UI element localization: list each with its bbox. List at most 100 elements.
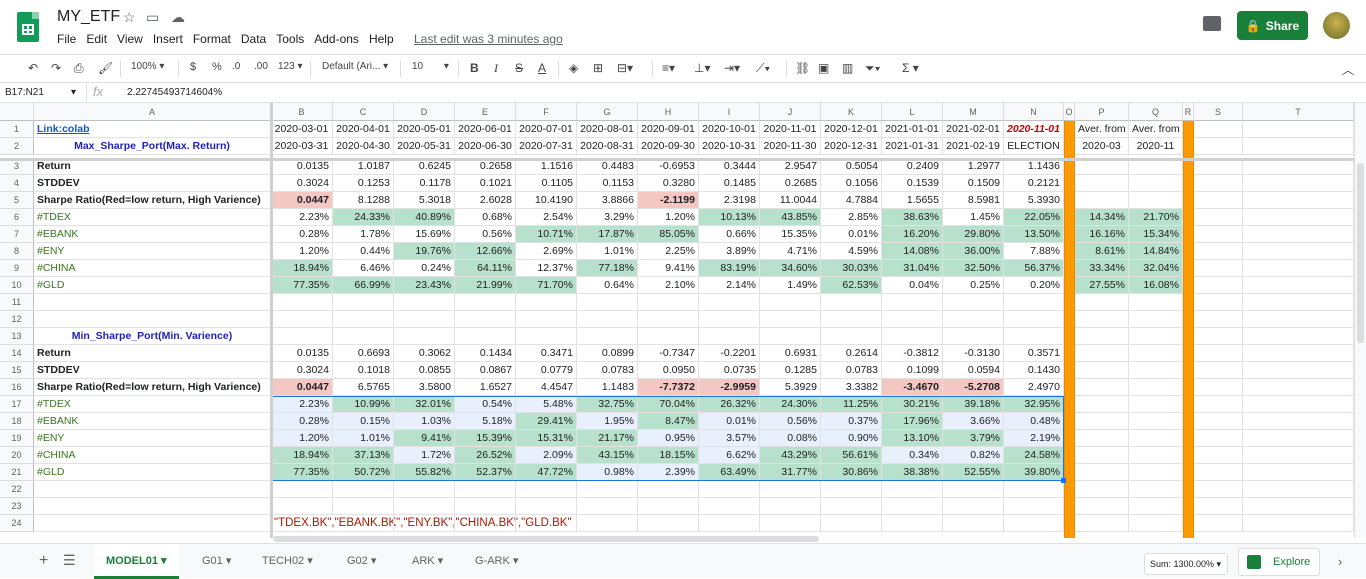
cell-a5[interactable]: Sharpe Ratio(Red=low return, High Varien… [34, 192, 271, 209]
cell-a19[interactable]: #ENY [34, 430, 271, 447]
empty-cell[interactable] [638, 311, 699, 328]
cell-c1[interactable]: 2020-04-01 [333, 121, 394, 138]
empty-cell[interactable] [271, 328, 333, 345]
cell-j9[interactable]: 34.60% [760, 260, 821, 277]
empty-cell[interactable] [1194, 430, 1243, 447]
empty-cell[interactable] [1129, 175, 1183, 192]
empty-cell[interactable] [333, 311, 394, 328]
menu-item-file[interactable]: File [57, 32, 76, 46]
cell-b1[interactable]: 2020-03-01 [271, 121, 333, 138]
empty-cell[interactable] [1129, 345, 1183, 362]
empty-cell[interactable] [760, 328, 821, 345]
empty-cell[interactable] [1194, 226, 1243, 243]
empty-cell[interactable] [943, 311, 1004, 328]
empty-cell[interactable] [1129, 515, 1183, 532]
cell-d5[interactable]: 5.3018 [394, 192, 455, 209]
cell-c8[interactable]: 0.44% [333, 243, 394, 260]
cell-q7[interactable]: 15.34% [1129, 226, 1183, 243]
cell-i8[interactable]: 3.89% [699, 243, 760, 260]
empty-cell[interactable] [1194, 328, 1243, 345]
cell-a4[interactable]: STDDEV [34, 175, 271, 192]
cell-g5[interactable]: 3.8866 [577, 192, 638, 209]
cell-b16[interactable]: 0.0447 [271, 379, 333, 396]
empty-cell[interactable] [1194, 243, 1243, 260]
cell-b14[interactable]: 0.0135 [271, 345, 333, 362]
cell-e9[interactable]: 64.11% [455, 260, 516, 277]
bold-button[interactable]: B [470, 61, 479, 75]
side-panel-toggle-icon[interactable]: › [1338, 554, 1342, 569]
empty-cell[interactable] [394, 498, 455, 515]
cell-j16[interactable]: 5.3929 [760, 379, 821, 396]
empty-cell[interactable] [455, 294, 516, 311]
cell-p2[interactable]: 2020-03 [1075, 138, 1129, 155]
row-header-6[interactable]: 6 [0, 209, 34, 226]
empty-cell[interactable] [1129, 447, 1183, 464]
cell-g2[interactable]: 2020-08-31 [577, 138, 638, 155]
empty-cell[interactable] [1243, 430, 1354, 447]
decrease-decimal-button[interactable]: .0 [232, 61, 240, 72]
menu-item-insert[interactable]: Insert [153, 32, 183, 46]
cell-n2[interactable]: ELECTION [1004, 138, 1064, 155]
empty-cell[interactable] [577, 328, 638, 345]
cell-b4[interactable]: 0.3024 [271, 175, 333, 192]
cell-c6[interactable]: 24.33% [333, 209, 394, 226]
cell-p7[interactable]: 16.16% [1075, 226, 1129, 243]
cell-m7[interactable]: 29.80% [943, 226, 1004, 243]
fill-color-icon[interactable]: ◈ [569, 61, 578, 75]
empty-cell[interactable] [1243, 192, 1354, 209]
row-header-8[interactable]: 8 [0, 243, 34, 260]
cell-c7[interactable]: 1.78% [333, 226, 394, 243]
empty-cell[interactable] [34, 515, 271, 532]
empty-cell[interactable] [516, 481, 577, 498]
empty-cell[interactable] [1194, 345, 1243, 362]
cell-m16[interactable]: -5.2708 [943, 379, 1004, 396]
chevron-down-icon[interactable]: ▾ [368, 555, 377, 567]
empty-cell[interactable] [1194, 396, 1243, 413]
empty-cell[interactable] [638, 328, 699, 345]
cell-a10[interactable]: #GLD [34, 277, 271, 294]
empty-cell[interactable] [1194, 277, 1243, 294]
cell-a20[interactable]: #CHINA [34, 447, 271, 464]
empty-cell[interactable] [1129, 379, 1183, 396]
empty-cell[interactable] [699, 481, 760, 498]
cell-g4[interactable]: 0.1153 [577, 175, 638, 192]
cell-l8[interactable]: 14.08% [882, 243, 943, 260]
empty-cell[interactable] [943, 294, 1004, 311]
empty-cell[interactable] [271, 294, 333, 311]
cell-j4[interactable]: 0.2685 [760, 175, 821, 192]
cell-d14[interactable]: 0.3062 [394, 345, 455, 362]
cell-a15[interactable]: STDDEV [34, 362, 271, 379]
cell-j8[interactable]: 4.71% [760, 243, 821, 260]
cell-e1[interactable]: 2020-06-01 [455, 121, 516, 138]
avatar[interactable] [1323, 12, 1350, 39]
frozen-row-divider[interactable] [0, 158, 1366, 161]
redo-icon[interactable]: ↷ [51, 61, 61, 75]
paint-format-icon[interactable]: 🖌 [98, 61, 113, 75]
empty-cell[interactable] [1243, 447, 1354, 464]
column-header-s[interactable]: S [1194, 103, 1243, 121]
cell-g10[interactable]: 0.64% [577, 277, 638, 294]
cell-b9[interactable]: 18.94% [271, 260, 333, 277]
empty-cell[interactable] [1075, 413, 1129, 430]
empty-cell[interactable] [1194, 481, 1243, 498]
empty-cell[interactable] [1243, 311, 1354, 328]
empty-cell[interactable] [1243, 226, 1354, 243]
empty-cell[interactable] [821, 498, 882, 515]
empty-cell[interactable] [1075, 328, 1129, 345]
cell-k4[interactable]: 0.1056 [821, 175, 882, 192]
cell-i10[interactable]: 2.14% [699, 277, 760, 294]
row-header-22[interactable]: 22 [0, 481, 34, 498]
empty-cell[interactable] [1243, 175, 1354, 192]
cell-q2[interactable]: 2020-11 [1129, 138, 1183, 155]
cell-d2[interactable]: 2020-05-31 [394, 138, 455, 155]
empty-cell[interactable] [821, 515, 882, 532]
collapse-menu-icon[interactable]: ︿ [1342, 61, 1354, 78]
cell-k6[interactable]: 2.85% [821, 209, 882, 226]
percent-button[interactable]: % [212, 61, 222, 73]
empty-cell[interactable] [1075, 345, 1129, 362]
empty-cell[interactable] [1194, 515, 1243, 532]
cell-f7[interactable]: 10.71% [516, 226, 577, 243]
select-all-corner[interactable] [0, 103, 34, 121]
cell-f16[interactable]: 4.4547 [516, 379, 577, 396]
fill-handle[interactable] [1061, 478, 1066, 483]
